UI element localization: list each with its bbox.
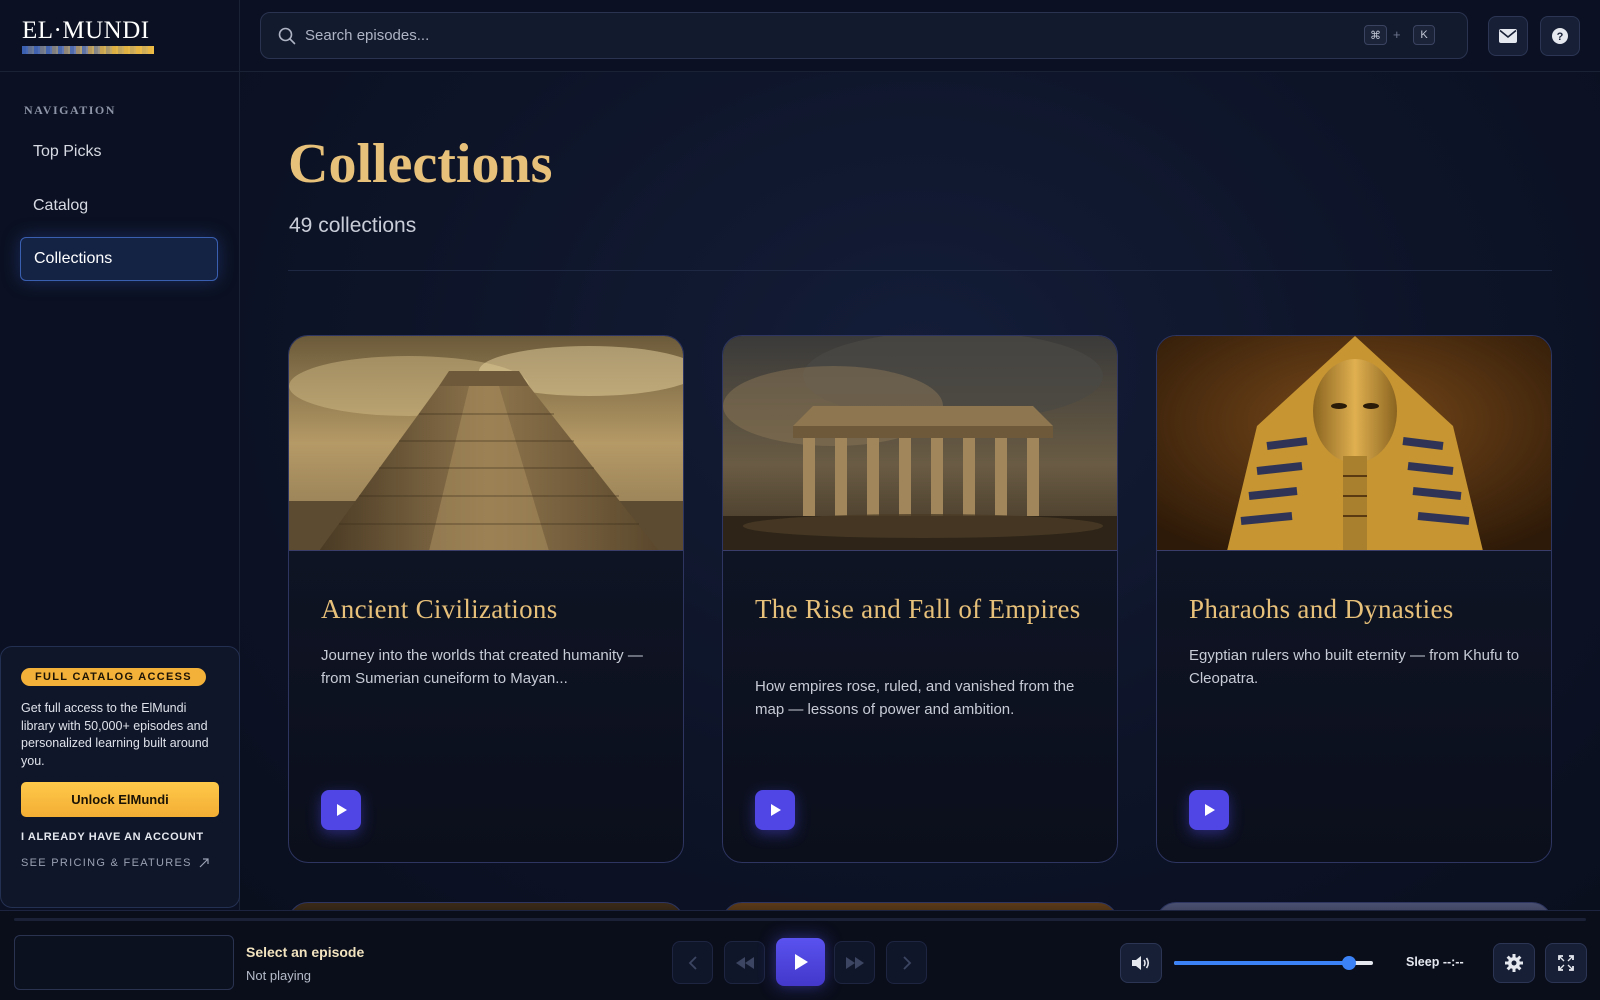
unlock-button[interactable]: Unlock ElMundi [21, 782, 219, 817]
play-icon [794, 954, 808, 970]
logo-stripe [22, 46, 154, 54]
top-bar: ⌘ + K ? [240, 0, 1600, 72]
rewind-icon [735, 956, 754, 969]
track-title: Select an episode [246, 944, 365, 960]
collections-count: 49 collections [289, 214, 417, 237]
pricing-link[interactable]: SEE PRICING & FEATURES [21, 857, 219, 869]
play-collection-button[interactable] [755, 790, 795, 830]
shortcut-plus: + [1393, 27, 1401, 42]
fast-forward-icon [845, 956, 864, 969]
collection-card-partial[interactable] [722, 902, 1118, 910]
login-link[interactable]: I ALREADY HAVE AN ACCOUNT [21, 831, 219, 843]
volume-knob[interactable] [1342, 956, 1357, 970]
help-button[interactable]: ? [1540, 16, 1580, 56]
collection-title: Pharaohs and Dynasties [1189, 594, 1454, 624]
search-bar[interactable]: ⌘ + K [260, 12, 1468, 59]
episode-thumbnail [14, 935, 234, 990]
collection-card[interactable]: Pharaohs and Dynasties Egyptian rulers w… [1156, 335, 1552, 863]
play-pause-button[interactable] [776, 938, 825, 986]
sidebar-item-top-picks[interactable]: Top Picks [20, 130, 218, 174]
promo-text: Get full access to the ElMundi library w… [21, 701, 209, 768]
logo[interactable]: EL·MUNDI [22, 18, 154, 54]
collection-description: Egyptian rulers who built eternity — fro… [1189, 647, 1520, 687]
search-input[interactable] [305, 13, 1345, 58]
collection-card-partial[interactable] [1156, 902, 1552, 910]
previous-icon [688, 955, 697, 970]
nav-heading: NAVIGATION [24, 103, 116, 117]
external-arrow-icon [199, 858, 209, 868]
previous-button[interactable] [672, 941, 713, 984]
divider [0, 71, 240, 72]
play-icon [337, 804, 347, 816]
rewind-button[interactable] [724, 941, 765, 984]
sidebar-item-label: Catalog [33, 197, 89, 214]
collection-card[interactable]: Ancient Civilizations Journey into the w… [288, 335, 684, 863]
fullscreen-button[interactable] [1545, 943, 1587, 983]
fullscreen-icon [1558, 955, 1574, 971]
main-content: Collections 49 collections Ancient Civil… [240, 72, 1600, 910]
volume-button[interactable] [1120, 943, 1162, 983]
pricing-link-label: SEE PRICING & FEATURES [21, 857, 192, 869]
sidebar-item-label: Top Picks [33, 143, 102, 160]
volume-icon [1132, 956, 1150, 970]
collection-description: Journey into the worlds that created hum… [321, 647, 643, 687]
svg-text:?: ? [1557, 31, 1564, 43]
search-icon [278, 27, 296, 45]
collection-title: Ancient Civilizations [321, 594, 558, 624]
collection-image-pyramid [289, 336, 683, 551]
play-icon [1205, 804, 1215, 816]
fast-forward-button[interactable] [834, 941, 875, 984]
track-status: Not playing [246, 968, 312, 983]
sidebar-item-label: Collections [34, 250, 113, 267]
collection-card[interactable]: The Rise and Fall of Empires How empires… [722, 335, 1118, 863]
shortcut-key-k: K [1413, 25, 1435, 45]
collection-image-temple [723, 336, 1117, 551]
help-icon: ? [1552, 28, 1568, 44]
collection-description: How empires rose, ruled, and vanished fr… [755, 678, 1075, 718]
collection-image-pharaoh [1157, 336, 1551, 551]
volume-slider[interactable] [1174, 956, 1373, 970]
logo-text: EL·MUNDI [22, 17, 150, 44]
play-icon [771, 804, 781, 816]
mail-icon [1499, 29, 1517, 43]
sleep-timer[interactable]: Sleep --:-- [1406, 955, 1464, 969]
next-icon [902, 955, 911, 970]
play-collection-button[interactable] [1189, 790, 1229, 830]
sidebar: EL·MUNDI NAVIGATION Top Picks Catalog Co… [0, 0, 240, 1000]
volume-fill [1174, 961, 1350, 965]
collection-card-partial[interactable] [288, 902, 684, 910]
play-collection-button[interactable] [321, 790, 361, 830]
page-title: Collections [288, 133, 553, 195]
sidebar-item-catalog[interactable]: Catalog [20, 184, 218, 228]
promo-badge: FULL CATALOG ACCESS [21, 668, 206, 686]
messages-button[interactable] [1488, 16, 1528, 56]
shortcut-key-cmd: ⌘ [1364, 25, 1387, 45]
collection-title: The Rise and Fall of Empires [755, 594, 1081, 624]
gear-icon [1505, 954, 1523, 972]
sidebar-item-collections[interactable]: Collections [20, 237, 218, 281]
promo-panel: FULL CATALOG ACCESS Get full access to t… [0, 646, 240, 908]
next-button[interactable] [886, 941, 927, 984]
divider [288, 270, 1552, 271]
audio-player: Select an episode Not playing Sleep --:-… [0, 910, 1600, 1000]
playback-progress[interactable] [14, 918, 1586, 921]
settings-button[interactable] [1493, 943, 1535, 983]
